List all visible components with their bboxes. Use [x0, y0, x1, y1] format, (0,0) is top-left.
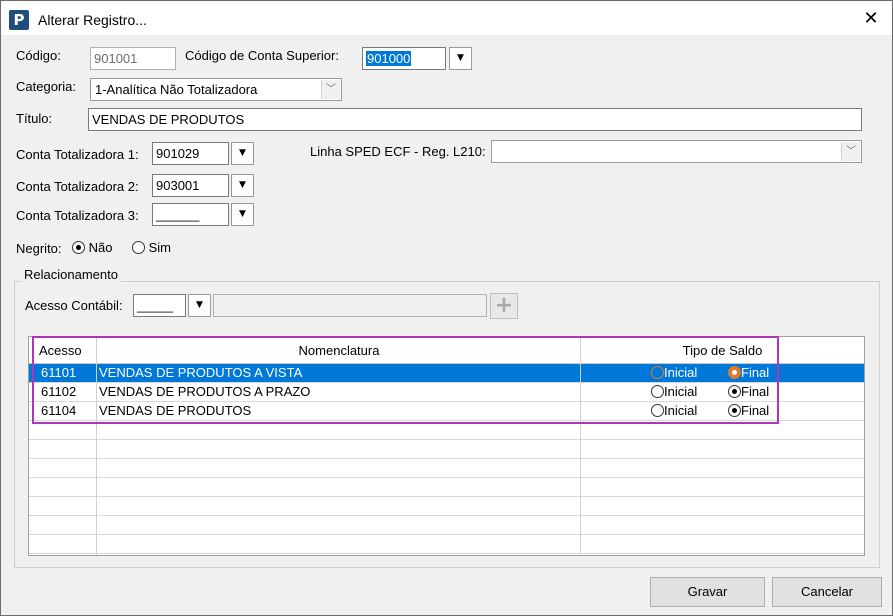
- radio-unchecked-icon: [132, 241, 145, 254]
- acesso-contabil-dropdown-button[interactable]: ▼: [188, 294, 211, 317]
- ct1-label: Conta Totalizadora 1:: [16, 147, 139, 162]
- cell-acesso: 61104: [41, 403, 77, 418]
- empty-row: [29, 459, 864, 478]
- table-row[interactable]: 61102 VENDAS DE PRODUTOS A PRAZO Inicial…: [29, 383, 864, 402]
- saldo-final-option[interactable]: Final: [728, 364, 788, 382]
- acesso-contabil-field[interactable]: _____: [133, 294, 186, 317]
- radio-unchecked-icon: [651, 385, 664, 398]
- radio-checked-icon: [728, 385, 741, 398]
- radio-checked-icon: [72, 241, 85, 254]
- ct3-dropdown-button[interactable]: ▼: [231, 203, 254, 226]
- negrito-label: Negrito:: [16, 241, 62, 256]
- ct1-field[interactable]: 901029: [152, 142, 229, 165]
- cell-acesso: 61101: [41, 365, 77, 380]
- column-header-acesso[interactable]: Acesso: [39, 337, 99, 363]
- sped-label: Linha SPED ECF - Reg. L210:: [310, 144, 486, 159]
- saldo-inicial-option[interactable]: Inicial: [651, 402, 721, 420]
- conta-superior-dropdown-button[interactable]: ▼: [449, 47, 472, 70]
- chevron-down-icon: ﹀: [841, 142, 860, 161]
- dialog-window: P Alterar Registro... ✕ Código: 901001 C…: [0, 0, 893, 616]
- ct1-dropdown-button[interactable]: ▼: [231, 142, 254, 165]
- ct2-label: Conta Totalizadora 2:: [16, 179, 139, 194]
- add-plus-icon[interactable]: +: [490, 293, 518, 319]
- empty-row: [29, 421, 864, 440]
- table-row[interactable]: 61101 VENDAS DE PRODUTOS A VISTA Inicial…: [29, 364, 864, 383]
- radio-checked-icon: [728, 366, 741, 379]
- radio-checked-icon: [728, 404, 741, 417]
- codigo-label: Código:: [16, 48, 61, 63]
- empty-row: [29, 478, 864, 497]
- empty-row: [29, 535, 864, 554]
- relacionamento-title: Relacionamento: [21, 267, 121, 282]
- titulo-label: Título:: [16, 111, 53, 126]
- window-title: Alterar Registro...: [38, 12, 147, 28]
- close-icon[interactable]: ✕: [859, 7, 883, 31]
- categoria-select[interactable]: 1-Analítica Não Totalizadora ﹀: [90, 78, 342, 101]
- cell-nomenclatura: VENDAS DE PRODUTOS A VISTA: [99, 365, 303, 380]
- negrito-nao-option[interactable]: Não: [72, 240, 112, 255]
- conta-superior-label: Código de Conta Superior:: [185, 48, 339, 63]
- title-bar: P Alterar Registro... ✕: [1, 1, 892, 35]
- cancelar-button[interactable]: Cancelar: [772, 577, 882, 607]
- saldo-inicial-option[interactable]: Inicial: [651, 364, 721, 382]
- relacionamento-grid: Acesso Nomenclatura Tipo de Saldo 61101 …: [28, 336, 865, 556]
- codigo-field: 901001: [90, 47, 176, 70]
- grid-header: Acesso Nomenclatura Tipo de Saldo: [29, 337, 864, 364]
- categoria-label: Categoria:: [16, 79, 76, 94]
- table-row[interactable]: 61104 VENDAS DE PRODUTOS Inicial Final: [29, 402, 864, 421]
- empty-row: [29, 497, 864, 516]
- cell-nomenclatura: VENDAS DE PRODUTOS A PRAZO: [99, 384, 311, 399]
- saldo-final-option[interactable]: Final: [728, 402, 788, 420]
- saldo-final-option[interactable]: Final: [728, 383, 788, 401]
- column-header-tipo-saldo[interactable]: Tipo de Saldo: [580, 337, 864, 363]
- acesso-contabil-label: Acesso Contábil:: [25, 298, 123, 313]
- sped-select[interactable]: ﹀: [491, 140, 862, 163]
- ct3-field[interactable]: ______: [152, 203, 229, 226]
- column-divider: [580, 337, 581, 555]
- ct2-field[interactable]: 903001: [152, 174, 229, 197]
- ct3-label: Conta Totalizadora 3:: [16, 208, 139, 223]
- saldo-inicial-option[interactable]: Inicial: [651, 383, 721, 401]
- cell-acesso: 61102: [41, 384, 77, 399]
- acesso-descricao-field: [213, 294, 487, 317]
- column-divider: [96, 337, 97, 555]
- radio-unchecked-icon: [651, 404, 664, 417]
- conta-superior-field[interactable]: 901000: [362, 47, 446, 70]
- titulo-field[interactable]: VENDAS DE PRODUTOS: [88, 108, 862, 131]
- column-header-nomenclatura[interactable]: Nomenclatura: [98, 337, 580, 363]
- empty-row: [29, 440, 864, 459]
- cell-nomenclatura: VENDAS DE PRODUTOS: [99, 403, 252, 418]
- radio-unchecked-icon: [651, 366, 664, 379]
- ct2-dropdown-button[interactable]: ▼: [231, 174, 254, 197]
- negrito-sim-option[interactable]: Sim: [132, 240, 171, 255]
- app-logo-icon: P: [9, 10, 29, 30]
- chevron-down-icon: ﹀: [321, 80, 340, 99]
- gravar-button[interactable]: Gravar: [650, 577, 765, 607]
- empty-row: [29, 516, 864, 535]
